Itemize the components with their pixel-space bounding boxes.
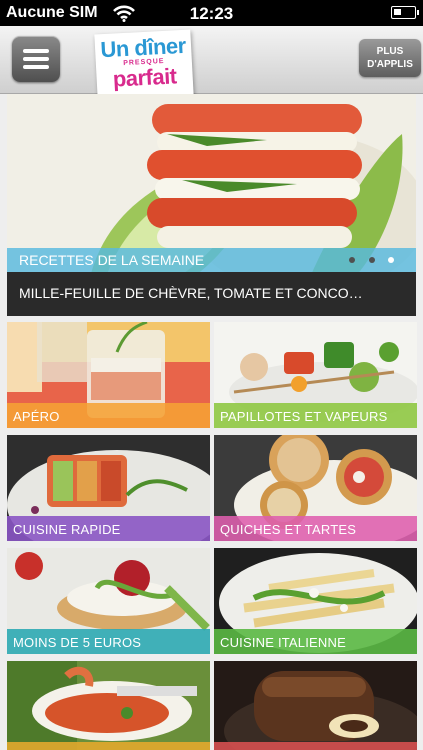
cuisine-asiatique-image (7, 661, 210, 750)
category-tile-quiches-et-tartes[interactable]: QUICHES ET TARTES (214, 435, 417, 541)
category-label: QUICHES ET TARTES (214, 516, 417, 541)
category-label: CUISINE RAPIDE (7, 516, 210, 541)
category-label: CUISINE ASIATIQUE (7, 742, 210, 750)
category-label: MOINS DE 5 EUROS (7, 629, 210, 654)
category-label: TOUT CHOCOLAT (214, 742, 417, 750)
menu-button[interactable] (12, 36, 60, 82)
featured-recipe-carousel[interactable]: RECETTES DE LA SEMAINE MILLE-FEUILLE DE … (7, 94, 416, 316)
more-apps-label-line1: PLUS (376, 46, 404, 57)
category-tile-cuisine-rapide[interactable]: CUISINE RAPIDE (7, 435, 210, 541)
battery-icon (391, 6, 416, 19)
category-tile-tout-chocolat[interactable]: TOUT CHOCOLAT (214, 661, 417, 750)
carousel-dot[interactable] (349, 257, 355, 263)
more-apps-label-line2: D'APPLIS (367, 59, 413, 70)
logo-text-line3: parfait (112, 63, 178, 92)
featured-section-label: RECETTES DE LA SEMAINE (19, 252, 205, 268)
category-tile-moins-de-5-euros[interactable]: MOINS DE 5 EUROS (7, 548, 210, 654)
hamburger-menu-icon (23, 49, 49, 53)
hamburger-menu-icon-bar (23, 65, 49, 69)
app-header: Un dîner PRESQUE parfait PLUS D'APPLIS (0, 26, 423, 101)
carousel-dot-active[interactable] (388, 257, 394, 263)
category-tile-papillotes-et-vapeurs[interactable]: PAPILLOTES ET VAPEURS (214, 322, 417, 428)
category-tile-cuisine-asiatique[interactable]: CUISINE ASIATIQUE (7, 661, 210, 750)
carousel-dot[interactable] (369, 257, 375, 263)
hamburger-menu-icon-bar (23, 57, 49, 61)
category-label: APÉRO (7, 403, 210, 428)
status-bar: Aucune SIM 12:23 (0, 0, 423, 26)
battery-tip (417, 10, 419, 15)
clock: 12:23 (189, 4, 234, 23)
category-label: CUISINE ITALIENNE (214, 629, 417, 654)
featured-recipe-title[interactable]: MILLE-FEUILLE DE CHÈVRE, TOMATE ET CONCO… (7, 272, 416, 316)
category-tile-cuisine-italienne[interactable]: CUISINE ITALIENNE (214, 548, 417, 654)
app-logo[interactable]: Un dîner PRESQUE parfait (94, 29, 194, 101)
category-label: PAPILLOTES ET VAPEURS (214, 403, 417, 428)
featured-section-band: RECETTES DE LA SEMAINE (7, 248, 416, 272)
category-tile-apero[interactable]: APÉRO (7, 322, 210, 428)
more-apps-button[interactable]: PLUS D'APPLIS (359, 39, 421, 77)
tout-chocolat-image (214, 661, 417, 750)
logo-text-line1: Un dîner (99, 32, 187, 63)
